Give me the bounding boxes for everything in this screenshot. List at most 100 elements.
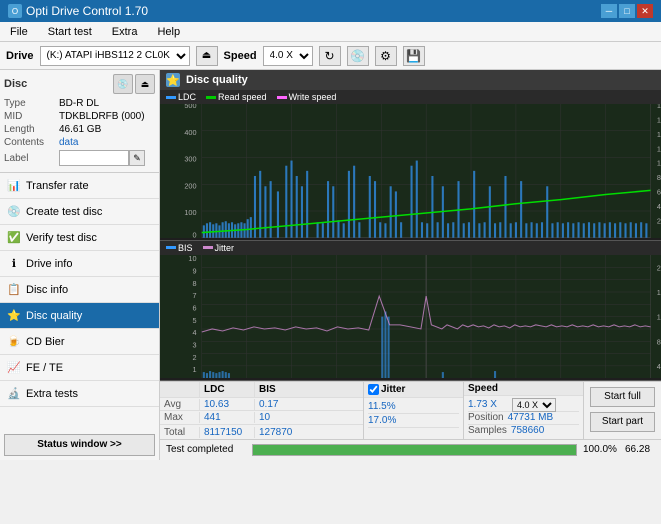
svg-text:3: 3 xyxy=(192,340,196,349)
disc-quality-label: Disc quality xyxy=(26,310,82,322)
svg-text:200: 200 xyxy=(184,181,196,190)
sidebar-item-transfer-rate[interactable]: 📊 Transfer rate xyxy=(0,173,159,199)
jitter-checkbox[interactable] xyxy=(368,384,379,395)
menubar: File Start test Extra Help xyxy=(0,22,661,42)
samples-label: Samples xyxy=(468,425,507,436)
svg-text:400: 400 xyxy=(184,128,196,137)
speed-select[interactable]: 4.0 X xyxy=(263,46,313,66)
app-title: Opti Drive Control 1.70 xyxy=(26,4,148,18)
svg-text:16%: 16% xyxy=(657,288,661,297)
save-icon-button[interactable]: 💾 xyxy=(403,46,425,66)
disc-icon-area: 💿 ⏏ xyxy=(113,74,155,94)
menu-start-test[interactable]: Start test xyxy=(42,25,98,39)
eject-button[interactable]: ⏏ xyxy=(196,46,218,66)
disc-mid-label: MID xyxy=(4,111,59,122)
svg-text:100: 100 xyxy=(184,208,196,217)
minimize-button[interactable]: ─ xyxy=(601,4,617,18)
jitter-color xyxy=(203,246,213,249)
svg-text:12X: 12X xyxy=(657,144,661,153)
svg-text:500: 500 xyxy=(184,104,196,110)
window-controls: ─ □ ✕ xyxy=(601,4,653,18)
content-area: Disc 💿 ⏏ Type BD-R DL MID TDKBLDRFB (000… xyxy=(0,70,661,460)
read-speed-label: Read speed xyxy=(218,92,267,102)
maximize-button[interactable]: □ xyxy=(619,4,635,18)
disc-info-label: Disc info xyxy=(26,284,68,296)
jitter-avg-value: 11.5% xyxy=(368,401,396,412)
disc-eject-icon[interactable]: ⏏ xyxy=(135,74,155,94)
status-window-button[interactable]: Status window >> xyxy=(4,434,155,456)
drive-bar: Drive (K:) ATAPI iHBS112 2 CL0K ⏏ Speed … xyxy=(0,42,661,70)
svg-text:10: 10 xyxy=(188,255,196,263)
svg-text:2X: 2X xyxy=(657,216,661,225)
menu-extra[interactable]: Extra xyxy=(106,25,144,39)
menu-file[interactable]: File xyxy=(4,25,34,39)
cd-bier-label: CD Bier xyxy=(26,336,65,348)
sidebar-item-drive-info[interactable]: ℹ Drive info xyxy=(0,251,159,277)
create-test-disc-label: Create test disc xyxy=(26,206,102,218)
sidebar-item-verify-test-disc[interactable]: ✅ Verify test disc xyxy=(0,225,159,251)
menu-help[interactable]: Help xyxy=(151,25,186,39)
progress-percent-text: 100.0% xyxy=(583,444,619,455)
svg-text:14X: 14X xyxy=(657,130,661,139)
sidebar-item-create-test-disc[interactable]: 💿 Create test disc xyxy=(0,199,159,225)
svg-text:0: 0 xyxy=(192,231,196,238)
verify-test-disc-icon: ✅ xyxy=(6,230,22,246)
speed-label: Speed xyxy=(224,50,257,62)
chart-header-icon: ⭐ xyxy=(166,73,180,87)
create-test-disc-icon: 💿 xyxy=(6,204,22,220)
sidebar-item-disc-info[interactable]: 📋 Disc info xyxy=(0,277,159,303)
transfer-rate-icon: 📊 xyxy=(6,178,22,194)
svg-text:8: 8 xyxy=(192,279,196,288)
disc-contents-label: Contents xyxy=(4,137,59,148)
samples-value: 758660 xyxy=(511,425,544,436)
disc-contents-row: Contents data xyxy=(4,137,155,148)
disc-quality-icon: ⭐ xyxy=(6,308,22,324)
jitter-label: Jitter xyxy=(215,243,235,253)
top-chart-svg: 500 400 300 200 100 0 18X 16X 14X 12X 10… xyxy=(160,104,661,238)
drive-label: Drive xyxy=(6,50,34,62)
sidebar-item-fe-te[interactable]: 📈 FE / TE xyxy=(0,355,159,381)
drive-select[interactable]: (K:) ATAPI iHBS112 2 CL0K xyxy=(40,46,190,66)
svg-text:9: 9 xyxy=(192,266,196,275)
sidebar-item-disc-quality[interactable]: ⭐ Disc quality xyxy=(0,303,159,329)
svg-text:6X: 6X xyxy=(657,188,661,197)
sidebar-item-cd-bier[interactable]: 🍺 CD Bier xyxy=(0,329,159,355)
disc-mid-value: TDKBLDRFB (000) xyxy=(59,111,145,122)
cd-bier-icon: 🍺 xyxy=(6,334,22,350)
settings-icon-button[interactable]: ⚙ xyxy=(375,46,397,66)
titlebar-left: O Opti Drive Control 1.70 xyxy=(8,4,148,18)
disc-label-input[interactable] xyxy=(59,150,129,166)
jitter-max-value: 17.0% xyxy=(368,415,396,426)
speed-col-select[interactable]: 4.0 X xyxy=(512,398,556,412)
disc-image-icon[interactable]: 💿 xyxy=(113,74,133,94)
refresh-icon-button[interactable]: ↻ xyxy=(319,46,341,66)
start-part-button[interactable]: Start part xyxy=(590,412,655,432)
total-label: Total xyxy=(160,427,200,438)
disc-info-icon: 📋 xyxy=(6,282,22,298)
disc-label-button[interactable]: ✎ xyxy=(129,150,145,166)
fe-te-icon: 📈 xyxy=(6,360,22,376)
fe-te-label: FE / TE xyxy=(26,362,63,374)
disc-icon-button[interactable]: 💿 xyxy=(347,46,369,66)
progress-bar-inner xyxy=(253,445,576,455)
write-speed-label: Write speed xyxy=(289,92,337,102)
verify-test-disc-label: Verify test disc xyxy=(26,232,97,244)
svg-text:1: 1 xyxy=(192,365,196,374)
svg-text:4%: 4% xyxy=(657,362,661,371)
read-speed-legend: Read speed xyxy=(206,92,267,102)
svg-text:10X: 10X xyxy=(657,159,661,168)
bis-label: BIS xyxy=(178,243,193,253)
chart-title: Disc quality xyxy=(186,74,248,86)
svg-text:5: 5 xyxy=(192,316,196,325)
start-full-button[interactable]: Start full xyxy=(590,387,655,407)
chart-header: ⭐ Disc quality xyxy=(160,70,661,90)
speed-col-value: 1.73 X xyxy=(468,399,508,410)
close-button[interactable]: ✕ xyxy=(637,4,653,18)
write-speed-legend: Write speed xyxy=(277,92,337,102)
svg-text:20%: 20% xyxy=(657,263,661,272)
svg-text:2: 2 xyxy=(192,353,196,362)
top-chart-legend: LDC Read speed Write speed xyxy=(160,90,661,104)
sidebar-item-extra-tests[interactable]: 🔬 Extra tests xyxy=(0,381,159,407)
disc-length-row: Length 46.61 GB xyxy=(4,124,155,135)
disc-section-title: Disc xyxy=(4,78,27,90)
